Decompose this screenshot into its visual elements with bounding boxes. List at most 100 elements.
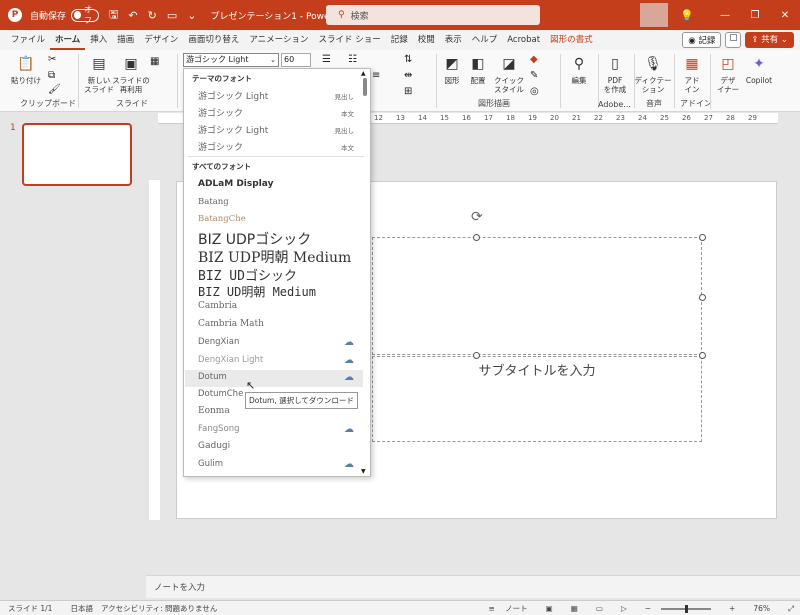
tab-13[interactable]: 図形の書式 <box>545 30 598 50</box>
maximize-icon[interactable]: ❐ <box>740 10 770 21</box>
font-item[interactable]: Gadugi <box>198 441 230 451</box>
theme-font-item[interactable]: 游ゴシック Light <box>198 89 268 102</box>
numbering-icon[interactable]: ☷ <box>348 54 357 65</box>
tab-3[interactable]: 描画 <box>112 30 139 50</box>
customize-qat-icon[interactable]: ⌄ <box>187 9 196 22</box>
subtitle-placeholder[interactable]: サブタイトルを入力 <box>372 356 702 442</box>
title-placeholder[interactable] <box>372 237 702 355</box>
close-icon[interactable]: ✕ <box>770 10 800 21</box>
tab-7[interactable]: スライド ショー <box>314 30 386 50</box>
new-slide-button[interactable]: ▤ 新しい スライド <box>84 54 114 95</box>
tab-8[interactable]: 記録 <box>386 30 413 50</box>
language-status[interactable]: 日本語 <box>70 603 93 614</box>
zoom-slider[interactable] <box>661 604 712 613</box>
tab-9[interactable]: 校閲 <box>413 30 440 50</box>
presentation-icon[interactable]: ▭ <box>167 9 177 22</box>
tab-10[interactable]: 表示 <box>440 30 467 50</box>
cloud-download-icon[interactable]: ☁ <box>344 424 354 435</box>
resize-handle[interactable] <box>473 234 480 241</box>
font-item[interactable]: BIZ UD明朝 Medium <box>198 283 316 300</box>
slide-thumbnail[interactable] <box>22 123 132 186</box>
smartart-icon[interactable]: ⊞ <box>404 86 412 97</box>
arrange-button[interactable]: ◧ 配置 <box>466 54 490 86</box>
tab-6[interactable]: アニメーション <box>244 30 313 50</box>
font-item[interactable]: BIZ UDPゴシック <box>198 229 311 249</box>
tab-11[interactable]: ヘルプ <box>467 30 503 50</box>
bullets-icon[interactable]: ☰ <box>322 54 331 65</box>
slide-sorter-icon[interactable]: ▦ <box>571 604 578 613</box>
zoom-level[interactable]: 76% <box>753 604 770 613</box>
dictation-button[interactable]: 🎙 ディクテー ション <box>635 54 672 95</box>
scroll-down-icon[interactable]: ▼ <box>361 468 366 475</box>
theme-font-item[interactable]: 游ゴシック <box>198 106 243 119</box>
shapes-button[interactable]: ◩ 図形 <box>440 54 464 86</box>
font-item[interactable]: Cambria <box>198 301 237 311</box>
font-item[interactable]: FangSong <box>198 424 239 434</box>
font-item[interactable]: Cambria Math <box>198 319 264 329</box>
comment-icon[interactable]: ▢ <box>725 32 742 48</box>
redo-icon[interactable]: ↻ <box>148 9 157 22</box>
account-avatar[interactable] <box>640 3 669 27</box>
font-dropdown-list[interactable]: ▲ ▼ テーマのフォント 游ゴシック Light 見出し 游ゴシック 本文 游ゴシック L… <box>183 68 371 477</box>
zoom-in-icon[interactable]: + <box>729 604 735 613</box>
save-icon[interactable]: 🖫 <box>109 6 118 25</box>
tab-0[interactable]: ファイル <box>6 30 50 50</box>
slideshow-icon[interactable]: ▷ <box>621 604 627 613</box>
layout-icon[interactable]: ▦ <box>150 56 159 67</box>
cloud-download-icon[interactable]: ☁ <box>344 372 354 383</box>
tab-1[interactable]: ホーム <box>50 30 86 50</box>
font-item[interactable]: DotumChe <box>198 389 243 399</box>
font-item[interactable]: DengXian <box>198 337 239 347</box>
tab-4[interactable]: デザイン <box>139 30 183 50</box>
shape-outline-icon[interactable]: ✎ <box>530 70 538 81</box>
tab-12[interactable]: Acrobat <box>502 30 545 50</box>
minimize-icon[interactable]: — <box>710 10 740 21</box>
normal-view-icon[interactable]: ▣ <box>546 604 553 613</box>
cloud-download-icon[interactable]: ☁ <box>344 355 354 366</box>
resize-handle[interactable] <box>473 352 480 359</box>
font-item[interactable]: BIZ UDP明朝 Medium <box>198 247 351 267</box>
font-item[interactable]: BIZ UDゴシック <box>198 265 297 284</box>
align-text-icon[interactable]: ⇹ <box>404 70 412 81</box>
resize-handle[interactable] <box>699 294 706 301</box>
accessibility-status[interactable]: アクセシビリティ: 問題ありません <box>101 603 217 614</box>
paste-button[interactable]: 📋 貼り付け <box>8 54 44 86</box>
theme-font-item[interactable]: 游ゴシック Light <box>198 123 268 136</box>
share-button[interactable]: ⇪ 共有 ⌄ <box>745 32 794 48</box>
search-box[interactable]: ⚲ 検索 <box>326 5 540 25</box>
text-direction-icon[interactable]: ⇅ <box>404 54 412 65</box>
editing-button[interactable]: ⚲ 編集 <box>565 54 593 86</box>
font-item[interactable]: Dotum <box>198 372 227 382</box>
copy-icon[interactable]: ⧉ <box>48 70 55 81</box>
tab-5[interactable]: 画面切り替え <box>183 30 244 50</box>
reading-view-icon[interactable]: ▭ <box>596 604 603 613</box>
dropdown-scrollbar[interactable]: ▲ ▼ <box>361 70 369 475</box>
fit-slide-icon[interactable]: ⤢ <box>788 604 794 614</box>
cloud-download-icon[interactable]: ☁ <box>344 337 354 348</box>
font-item[interactable]: ADLaM Display <box>198 179 273 189</box>
format-painter-icon[interactable]: 🖌 <box>48 84 61 95</box>
shape-fill-icon[interactable]: ◆ <box>530 54 538 65</box>
record-button[interactable]: ◉ 記録 <box>682 32 722 48</box>
font-item[interactable]: BatangChe <box>198 214 246 224</box>
shape-effects-icon[interactable]: ◎ <box>530 86 539 97</box>
tab-2[interactable]: 挿入 <box>85 30 112 50</box>
font-name-combobox[interactable]: 游ゴシック Light ⌄ <box>183 53 279 67</box>
notes-pane[interactable]: ノートを入力 <box>146 575 800 598</box>
font-item[interactable]: Eonma <box>198 406 230 416</box>
notes-toggle[interactable]: ≡ ノート <box>489 603 528 614</box>
lightbulb-icon[interactable]: 💡 <box>680 9 694 22</box>
addins-button[interactable]: ▦ アド イン <box>678 54 706 95</box>
zoom-out-icon[interactable]: − <box>645 604 651 613</box>
designer-button[interactable]: ◰ デザ イナー <box>714 54 742 95</box>
align-icon[interactable]: ≡ <box>372 70 380 81</box>
undo-icon[interactable]: ↶ <box>128 9 137 22</box>
font-item[interactable]: DengXian Light <box>198 355 263 365</box>
cut-icon[interactable]: ✂ <box>48 54 56 65</box>
font-item[interactable]: Batang <box>198 197 229 207</box>
rotate-handle-icon[interactable]: ⟳ <box>471 209 483 225</box>
quick-styles-button[interactable]: ◪ クイック スタイル <box>492 54 526 95</box>
font-item[interactable]: Gulim <box>198 459 223 469</box>
reuse-slides-button[interactable]: ▣ スライドの 再利用 <box>112 54 150 95</box>
resize-handle[interactable] <box>699 234 706 241</box>
